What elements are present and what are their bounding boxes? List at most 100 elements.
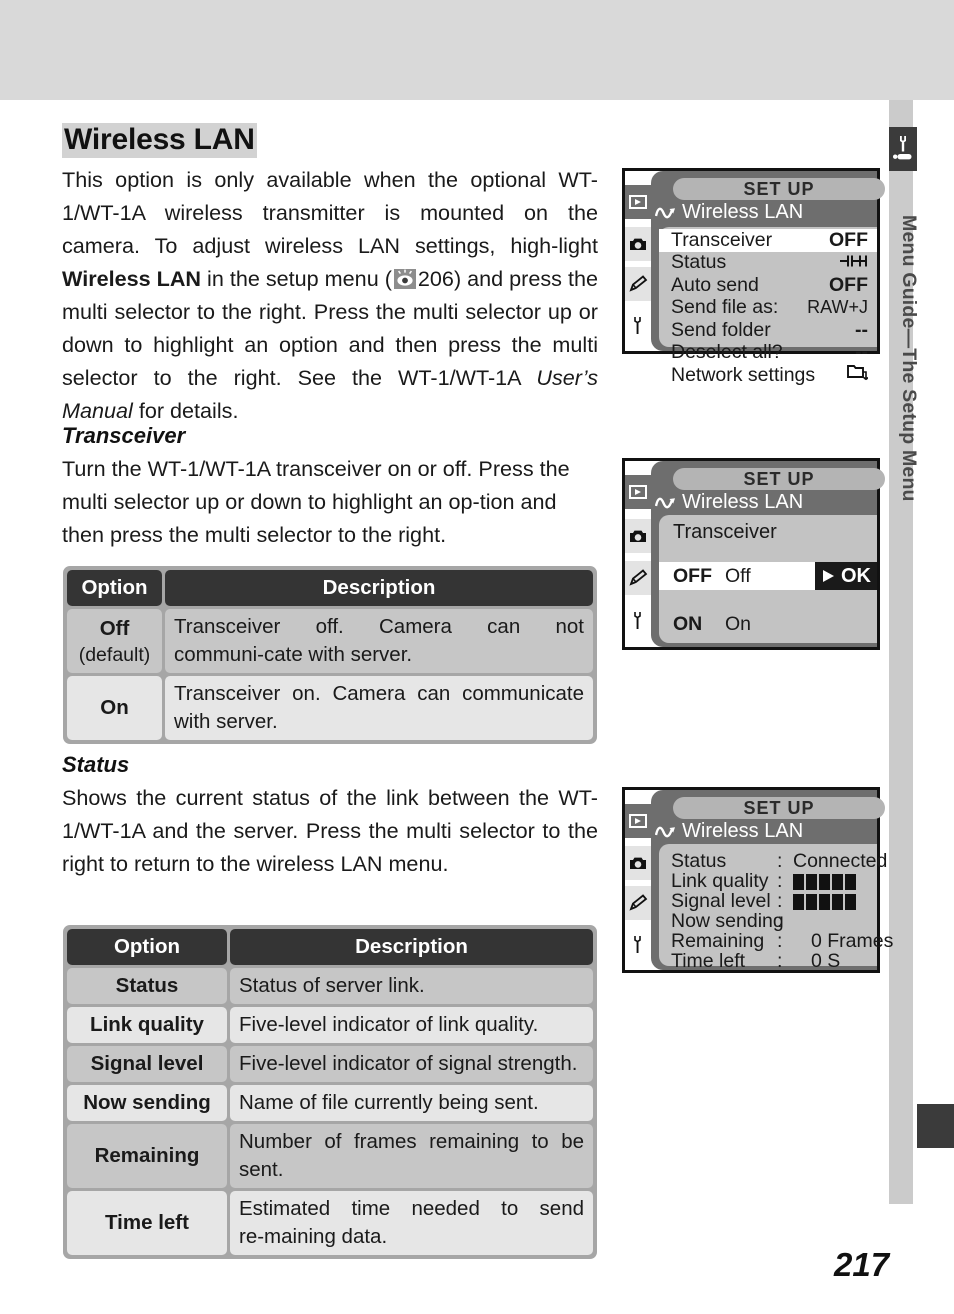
intro-part2: in the setup menu (	[201, 266, 392, 291]
intro-bold-wireless-lan: Wireless LAN	[62, 266, 202, 291]
table-row: Remaining Number of frames remaining to …	[67, 1124, 593, 1188]
lcd-option-panel: Transceiver OFF Off OK ON On	[659, 515, 877, 643]
camera-icon	[625, 519, 651, 553]
menu-item-label: Auto send	[671, 273, 759, 296]
table-row: Link quality Five-level indicator of lin…	[67, 1007, 593, 1043]
lcd-titlebar: SET UP	[673, 797, 885, 819]
lcd-tab-rail	[625, 461, 651, 647]
option-cell-link-quality: Link quality	[67, 1007, 227, 1043]
page-top-band	[0, 0, 954, 100]
menu-item-send-folder[interactable]: Send folder --	[659, 319, 877, 342]
column-header-description: Description	[165, 570, 593, 606]
menu-item-value: OFF	[829, 273, 868, 296]
option-label: On	[725, 612, 752, 635]
description-cell-now-sending: Name of file currently being sent.	[230, 1085, 593, 1121]
lcd-screenshot-wireless-lan-menu: SET UP Wireless LAN Transceiver OFF Stat…	[622, 168, 885, 386]
table-row: Status Status of server link.	[67, 968, 593, 1004]
section-heading-status: Status	[62, 752, 130, 777]
menu-item-send-file-as[interactable]: Send file as: RAW+J	[659, 296, 877, 320]
option-sublabel: (default)	[78, 644, 151, 666]
intro-part4: for details.	[132, 398, 239, 423]
wrench-icon	[889, 127, 917, 171]
status-items-table: Option Description Status Status of serv…	[63, 925, 597, 1259]
menu-item-value: --	[855, 341, 868, 364]
menu-item-deselect-all[interactable]: Deselect all? --	[659, 341, 877, 365]
table-row: Time left Estimated time needed to send …	[67, 1191, 593, 1255]
menu-item-label: Deselect all?	[671, 341, 783, 364]
link-symbol-icon	[838, 251, 868, 274]
option-label: Off	[725, 564, 751, 587]
pencil-icon	[625, 886, 651, 920]
lcd-screen-area: SET UP Wireless LAN Transceiver OFF Stat…	[651, 171, 885, 386]
menu-item-auto-send[interactable]: Auto send OFF	[659, 274, 877, 297]
option-label: On	[100, 696, 129, 719]
right-arrow-icon	[823, 570, 834, 582]
menu-item-label: Send folder	[671, 318, 771, 341]
description-cell-remaining: Number of frames remaining to be sent.	[230, 1124, 593, 1188]
playback-icon	[625, 475, 651, 509]
ok-label: OK	[841, 564, 871, 587]
intro-part1: This option is only available when the o…	[62, 167, 598, 258]
option-code: ON	[673, 612, 703, 635]
description-cell-signal-level: Five-level indicator of signal strength.	[230, 1046, 593, 1082]
playback-icon	[625, 804, 651, 838]
option-cell-now-sending: Now sending	[67, 1085, 227, 1121]
transceiver-body-text: Turn the WT-1/WT-1A transceiver on or of…	[62, 456, 570, 547]
playback-icon	[625, 185, 651, 219]
option-row-on[interactable]: ON On	[659, 610, 877, 638]
lcd-screen-area: SET UP Wireless LAN Transceiver OFF Off …	[651, 461, 885, 647]
lcd-screenshot-status-display: SET UP Wireless LAN Status : Connected L…	[622, 787, 893, 973]
lcd-status-panel: Status : Connected Link quality : Signal…	[659, 844, 893, 972]
page-title-text: Wireless LAN	[62, 123, 257, 158]
wrench-icon	[625, 309, 651, 343]
menu-item-value: RAW+J	[807, 297, 868, 318]
lcd-screenshot-transceiver-select: SET UP Wireless LAN Transceiver OFF Off …	[622, 458, 885, 650]
ok-button[interactable]: OK	[815, 562, 877, 590]
transceiver-options-table: Option Description Off (default) Transce…	[63, 566, 597, 744]
status-value: 0 S	[811, 950, 841, 972]
option-code: OFF	[673, 564, 712, 587]
table-row: Off (default) Transceiver off. Camera ca…	[67, 609, 593, 673]
page-title: Wireless LAN	[62, 123, 257, 158]
camera-icon	[625, 227, 651, 261]
folder-icon	[846, 363, 869, 387]
menu-item-status[interactable]: Status	[659, 251, 877, 275]
eye-page-reference-icon	[393, 269, 416, 289]
status-separator: :	[777, 950, 783, 972]
menu-item-label: Network settings	[671, 363, 816, 386]
wrench-icon	[625, 604, 651, 638]
lcd-titlebar: SET UP	[673, 178, 885, 200]
lcd-menu-title-text: Wireless LAN	[682, 491, 804, 513]
menu-item-network-settings[interactable]: Network settings	[659, 364, 877, 387]
lcd-screen-area: SET UP Wireless LAN Status : Connected L…	[651, 790, 893, 972]
signal-level-bars-icon	[793, 893, 856, 910]
lcd-menu-title-text: Wireless LAN	[682, 201, 804, 223]
lcd-menu-panel: Transceiver OFF Status Auto send OFF Sen…	[659, 227, 877, 386]
lcd-menu-title: Wireless LAN	[655, 820, 803, 843]
page-thumb-tab	[917, 1104, 954, 1148]
lcd-menu-title: Wireless LAN	[655, 491, 803, 514]
description-cell-time-left: Estimated time needed to send re‑maining…	[230, 1191, 593, 1255]
section-heading-transceiver: Transceiver	[62, 423, 186, 448]
option-cell-off: Off (default)	[67, 609, 162, 673]
pencil-icon	[625, 267, 651, 301]
table-header-row: Option Description	[67, 570, 593, 606]
table-row: On Transceiver on. Camera can communicat…	[67, 676, 593, 740]
option-label: Off	[99, 617, 130, 640]
wireless-wave-icon	[655, 207, 675, 218]
page-number: 217	[834, 1246, 890, 1283]
table-header-row: Option Description	[67, 929, 593, 965]
menu-item-label: Transceiver	[671, 228, 773, 251]
description-cell-status: Status of server link.	[230, 968, 593, 1004]
lcd-tab-rail	[625, 171, 651, 351]
column-header-option: Option	[67, 929, 227, 965]
column-header-description: Description	[230, 929, 593, 965]
menu-item-transceiver[interactable]: Transceiver OFF	[659, 229, 877, 252]
status-body-text: Shows the current status of the link bet…	[62, 785, 598, 876]
lcd-titlebar: SET UP	[673, 468, 885, 490]
intro-ref-page: 206	[417, 266, 454, 291]
wrench-icon	[625, 928, 651, 962]
column-header-option: Option	[67, 570, 162, 606]
option-cell-on: On	[67, 676, 162, 740]
intro-paragraph: This option is only available when the o…	[62, 163, 598, 427]
